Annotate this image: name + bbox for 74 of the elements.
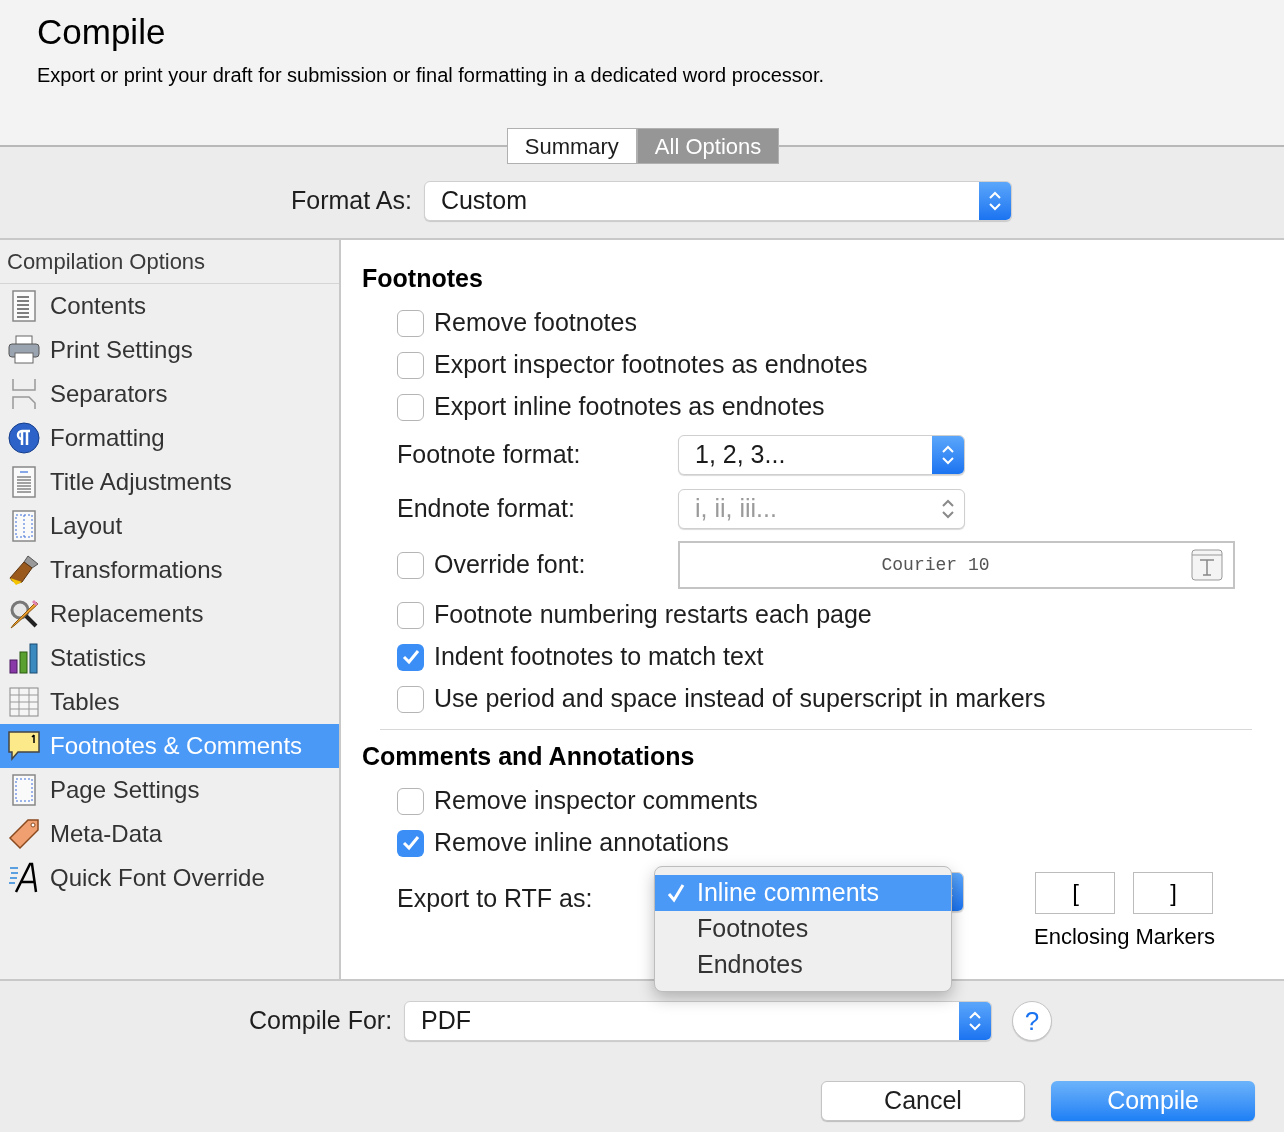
help-button[interactable]: ?	[1012, 1001, 1053, 1041]
checkbox-row[interactable]: Use period and space instead of superscript in markers	[397, 678, 1252, 720]
sidebar-item[interactable]: Page Settings	[0, 768, 339, 812]
sidebar-item[interactable]: Replacements	[0, 592, 339, 636]
format-popup[interactable]: 1, 2, 3...	[678, 435, 965, 475]
menu-item[interactable]: Footnotes	[655, 911, 951, 947]
checkmark-icon	[667, 883, 685, 903]
tag-icon	[8, 818, 40, 850]
separator-icon	[11, 378, 37, 410]
compile-for-label: Compile For:	[249, 1005, 393, 1037]
export-rtf-label: Export to RTF as:	[397, 883, 594, 914]
text-page-icon	[12, 466, 36, 498]
format-label: Endnote format:	[397, 493, 576, 525]
sidebar-item[interactable]: Contents	[0, 284, 339, 328]
markers-caption: Enclosing Markers	[1034, 923, 1215, 951]
format-as-label: Format As:	[291, 185, 412, 217]
pilcrow-icon	[8, 422, 40, 454]
checkbox-row[interactable]: Indent footnotes to match text	[397, 636, 1252, 678]
checkbox-row[interactable]: Export inspector footnotes as endnotes	[397, 344, 1252, 386]
checkbox[interactable]	[397, 601, 424, 629]
checkbox[interactable]	[397, 685, 424, 713]
sidebar-item[interactable]: Meta-Data	[0, 812, 339, 856]
checkbox-row[interactable]: Remove inspector comments	[397, 780, 1252, 822]
sidebar-item[interactable]: Layout	[0, 504, 339, 548]
sidebar-item[interactable]: Statistics	[0, 636, 339, 680]
checkbox[interactable]	[397, 309, 424, 337]
section-heading: Footnotes	[362, 263, 484, 294]
format-popup[interactable]: Custom	[423, 181, 1012, 221]
menu-item[interactable]: Endnotes	[655, 947, 951, 983]
marker-field[interactable]: [	[1035, 872, 1116, 914]
compile-for-popup[interactable]: PDF	[404, 1001, 993, 1041]
tab[interactable]: Summary	[506, 128, 637, 164]
checkbox-row[interactable]: Override font:	[397, 544, 678, 586]
stepper-icon	[932, 436, 964, 474]
tick-icon	[401, 835, 420, 851]
sidebar-item[interactable]: Transformations	[0, 548, 339, 592]
checkbox[interactable]	[397, 643, 424, 671]
checkbox-row[interactable]: Remove inline annotations	[397, 822, 1252, 864]
checkbox[interactable]	[397, 351, 424, 379]
table-grid-icon	[9, 687, 39, 717]
pencil-magnifier-icon	[8, 598, 40, 630]
checkbox[interactable]	[397, 393, 424, 421]
cancel-button[interactable]: Cancel	[821, 1081, 1025, 1121]
stepper-icon	[959, 1002, 992, 1040]
tick-icon	[401, 649, 420, 665]
printer-icon	[8, 335, 40, 365]
dialog-title: Compile	[37, 12, 167, 52]
bar-chart-icon	[8, 642, 40, 674]
sidebar-item[interactable]: Separators	[0, 372, 339, 416]
checkbox-row[interactable]: Export inline footnotes as endnotes	[397, 386, 1252, 428]
sidebar-item[interactable]: Title Adjustments	[0, 460, 339, 504]
sidebar-item[interactable]: Print Settings	[0, 328, 339, 372]
marker-field[interactable]: ]	[1133, 872, 1214, 914]
layout-page-icon	[12, 510, 36, 542]
checkbox[interactable]	[397, 551, 424, 579]
checkbox-row[interactable]: Remove footnotes	[397, 302, 1252, 344]
sidebar-item[interactable]: Tables	[0, 680, 339, 724]
letter-a-icon	[8, 862, 40, 894]
sidebar-heading: Compilation Options	[0, 240, 339, 284]
speech-bubble-icon	[8, 730, 40, 762]
page-icon	[12, 774, 36, 806]
format-label: Footnote format:	[397, 439, 582, 471]
checkbox[interactable]	[397, 829, 424, 857]
font-field[interactable]: Courier 10	[678, 541, 1235, 589]
checkbox[interactable]	[397, 787, 424, 815]
stepper-icon	[978, 182, 1011, 220]
brush-icon	[8, 554, 40, 586]
section-heading: Comments and Annotations	[362, 741, 696, 772]
checkbox-row[interactable]: Footnote numbering restarts each page	[397, 594, 1252, 636]
list-page-icon	[12, 290, 36, 322]
dialog-subtitle: Export or print your draft for submission or final formatting in a dedicated word processor.	[37, 63, 826, 88]
font-icon	[1191, 549, 1223, 581]
sidebar-item[interactable]: Formatting	[0, 416, 339, 460]
sidebar-item[interactable]: Quick Font Override	[0, 856, 339, 900]
